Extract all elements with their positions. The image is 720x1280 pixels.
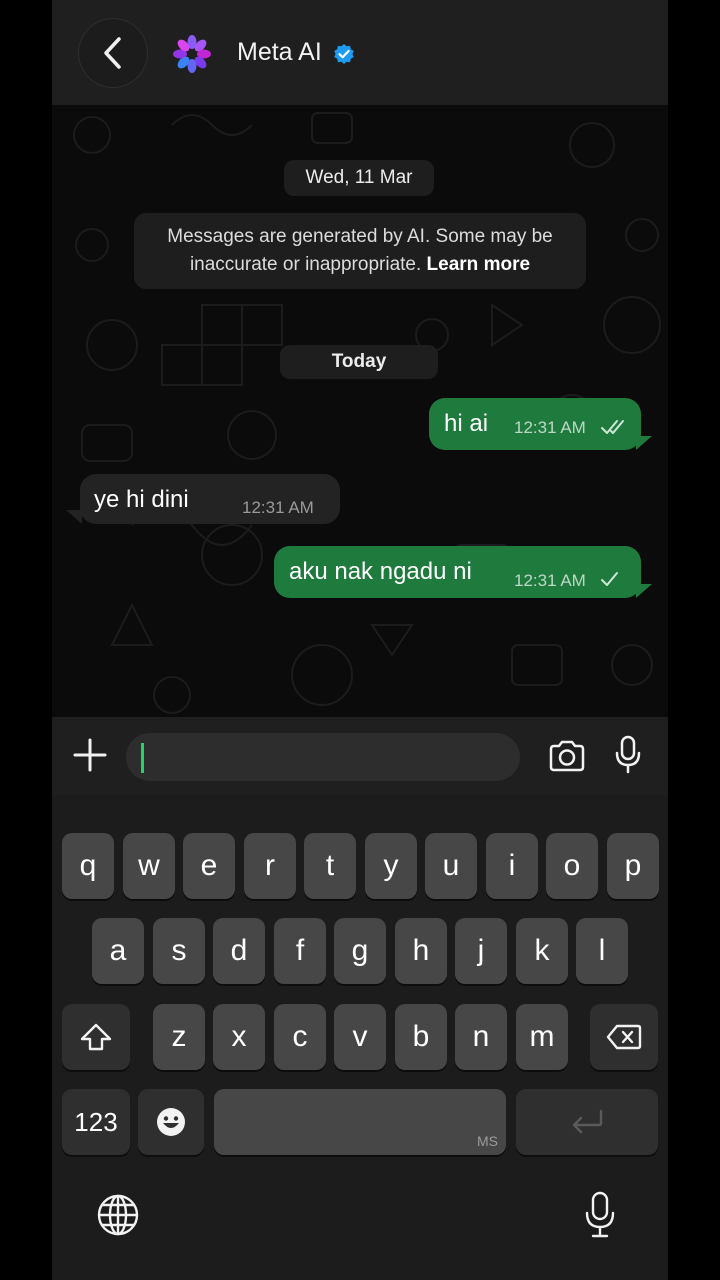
keyboard-brand-label: MS xyxy=(477,1133,498,1149)
key-g[interactable]: g xyxy=(334,918,386,984)
bubble-tail xyxy=(636,436,652,450)
key-k[interactable]: k xyxy=(516,918,568,984)
message-bubble-incoming[interactable]: ye hi dini 12:31 AM xyxy=(80,474,340,524)
phone-screen: Meta AI Wed, 11 Mar Messages are generat… xyxy=(52,0,668,1280)
key-v[interactable]: v xyxy=(334,1004,386,1070)
microphone-icon[interactable] xyxy=(614,735,642,775)
date-separator: Wed, 11 Mar xyxy=(284,160,434,196)
key-b[interactable]: b xyxy=(395,1004,447,1070)
text-caret xyxy=(141,743,144,773)
today-separator: Today xyxy=(280,345,438,379)
plus-icon[interactable] xyxy=(72,737,108,773)
message-input-bar xyxy=(52,717,668,795)
return-key[interactable] xyxy=(516,1089,658,1155)
chevron-left-icon xyxy=(104,37,121,69)
message-bubble-outgoing[interactable]: aku nak ngadu ni 12:31 AM xyxy=(274,546,641,598)
key-m[interactable]: m xyxy=(516,1004,568,1070)
key-i[interactable]: i xyxy=(486,833,538,899)
key-y[interactable]: y xyxy=(365,833,417,899)
dictation-icon[interactable] xyxy=(584,1191,616,1239)
backspace-key[interactable] xyxy=(590,1004,658,1070)
message-input[interactable] xyxy=(126,733,520,781)
key-u[interactable]: u xyxy=(425,833,477,899)
key-r[interactable]: r xyxy=(244,833,296,899)
key-t[interactable]: t xyxy=(304,833,356,899)
bubble-tail xyxy=(66,510,82,524)
message-time: 12:31 AM xyxy=(514,418,586,437)
camera-icon[interactable] xyxy=(548,739,586,773)
bubble-tail xyxy=(636,584,652,598)
message-time: 12:31 AM xyxy=(242,498,314,517)
message-text: hi ai xyxy=(444,410,489,437)
single-check-sent-icon xyxy=(601,572,618,586)
key-n[interactable]: n xyxy=(455,1004,507,1070)
key-l[interactable]: l xyxy=(576,918,628,984)
key-f[interactable]: f xyxy=(274,918,326,984)
double-check-read-icon xyxy=(601,420,624,434)
key-j[interactable]: j xyxy=(455,918,507,984)
space-key[interactable]: MS xyxy=(214,1089,506,1155)
chat-area[interactable]: Wed, 11 Mar Messages are generated by AI… xyxy=(52,105,668,717)
key-d[interactable]: d xyxy=(213,918,265,984)
key-h[interactable]: h xyxy=(395,918,447,984)
ai-disclaimer-notice: Messages are generated by AI. Some may b… xyxy=(134,213,586,289)
key-e[interactable]: e xyxy=(183,833,235,899)
return-icon xyxy=(572,1109,603,1134)
shift-key[interactable] xyxy=(62,1004,130,1070)
key-c[interactable]: c xyxy=(274,1004,326,1070)
key-s[interactable]: s xyxy=(153,918,205,984)
numbers-key[interactable]: 123 xyxy=(62,1089,130,1155)
key-p[interactable]: p xyxy=(607,833,659,899)
learn-more-link[interactable]: Learn more xyxy=(427,254,530,275)
key-w[interactable]: w xyxy=(123,833,175,899)
back-button[interactable] xyxy=(78,18,148,88)
emoji-icon xyxy=(157,1108,185,1136)
message-text: ye hi dini xyxy=(94,486,189,513)
key-q[interactable]: q xyxy=(62,833,114,899)
chat-header: Meta AI xyxy=(52,0,668,105)
message-text: aku nak ngadu ni xyxy=(289,558,472,585)
shift-icon xyxy=(80,1023,112,1051)
backspace-icon xyxy=(606,1024,642,1050)
verified-badge-icon xyxy=(334,44,354,64)
key-o[interactable]: o xyxy=(546,833,598,899)
emoji-key[interactable] xyxy=(138,1089,204,1155)
message-time: 12:31 AM xyxy=(514,571,586,590)
message-bubble-outgoing[interactable]: hi ai 12:31 AM xyxy=(429,398,641,450)
key-a[interactable]: a xyxy=(92,918,144,984)
meta-ai-logo[interactable] xyxy=(170,32,214,76)
globe-icon[interactable] xyxy=(96,1193,140,1237)
key-z[interactable]: z xyxy=(153,1004,205,1070)
key-x[interactable]: x xyxy=(213,1004,265,1070)
chat-title[interactable]: Meta AI xyxy=(237,38,322,67)
on-screen-keyboard: q w e r t y u i o p a s d f g h j k l z … xyxy=(52,795,668,1280)
